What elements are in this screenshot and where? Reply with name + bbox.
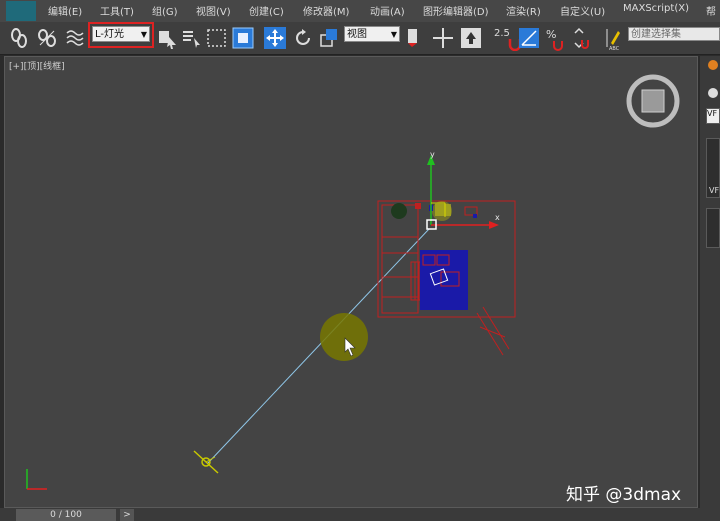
select-by-name-icon[interactable] (180, 25, 202, 51)
edit-named-selection-icon[interactable]: ABC (602, 25, 624, 52)
time-next-button[interactable]: > (120, 509, 134, 521)
category-label: VF (707, 109, 718, 118)
svg-text:ABC: ABC (609, 46, 620, 51)
unlink-icon[interactable] (36, 25, 58, 51)
viewport-scene: y x (26, 74, 680, 490)
plant-object (391, 203, 407, 219)
select-and-rotate-icon[interactable] (292, 25, 314, 51)
cursor-highlight (320, 313, 368, 361)
rollout-label: VF (709, 186, 720, 195)
top-viewport[interactable]: [+][顶][线框] y x (4, 56, 698, 508)
window-crossing-icon[interactable] (232, 25, 254, 51)
menu-group[interactable]: 组(G) (152, 3, 178, 18)
link-icon[interactable] (8, 25, 30, 51)
menu-create[interactable]: 创建(C) (249, 3, 284, 18)
menu-bar: 编辑(E) 工具(T) 组(G) 视图(V) 创建(C) 修改器(M) 动画(A… (0, 0, 720, 23)
small-blue-object-2 (473, 214, 477, 218)
reference-coordinate-dropdown[interactable]: 视图 ▼ (344, 26, 400, 42)
app-logo-icon[interactable] (6, 1, 36, 21)
time-slider[interactable]: 0 / 100 (16, 509, 116, 521)
menu-modifiers[interactable]: 修改器(M) (303, 3, 349, 18)
select-and-manipulate-icon[interactable] (432, 25, 454, 51)
main-toolbar: L-灯光 ▼ 视图 ▼ 2.5 % ABC 创建选择集 (0, 22, 720, 55)
blue-furniture-object[interactable] (420, 250, 468, 310)
menu-maxscript[interactable]: MAXScript(X) (623, 3, 689, 14)
bind-space-warp-icon[interactable] (64, 25, 86, 51)
select-and-scale-icon[interactable] (318, 25, 340, 51)
create-tab-icon[interactable] (708, 60, 718, 70)
svg-text:%: % (546, 28, 556, 41)
percent-snap-icon[interactable]: % (544, 25, 566, 51)
menu-tools[interactable]: 工具(T) (100, 3, 134, 18)
select-and-move-icon[interactable] (264, 25, 286, 51)
chevron-down-icon: ▼ (390, 30, 397, 39)
menu-graph-editors[interactable]: 图形编辑器(D) (423, 3, 489, 18)
menu-animation[interactable]: 动画(A) (370, 3, 405, 18)
named-selection-set-placeholder: 创建选择集 (631, 29, 681, 40)
small-red-object (415, 203, 421, 209)
angle-snap-icon[interactable] (518, 25, 540, 51)
selection-filter-highlight (88, 22, 154, 48)
rectangular-selection-icon[interactable] (206, 25, 228, 51)
gizmo-y-label: y (430, 150, 435, 159)
menu-edit[interactable]: 编辑(E) (48, 3, 82, 18)
rollout-panel-2[interactable] (706, 208, 720, 248)
pivot-center-icon[interactable] (404, 25, 426, 51)
keyboard-shortcut-override-icon[interactable] (460, 25, 482, 51)
named-selection-set-input[interactable]: 创建选择集 (628, 27, 720, 41)
sphere-icon[interactable] (708, 88, 718, 98)
light-source-icon[interactable] (193, 450, 219, 474)
category-dropdown[interactable]: VF (706, 108, 720, 124)
rollout-panel-1[interactable]: VF (706, 138, 720, 198)
menu-help[interactable]: 帮 (706, 3, 716, 18)
select-object-icon[interactable] (156, 25, 178, 51)
reference-coordinate-value: 视图 (347, 29, 367, 40)
spinner-snap-icon[interactable] (570, 25, 592, 51)
gizmo-x-label: x (495, 213, 500, 222)
watermark-text: 知乎 @3dmax (566, 485, 682, 505)
light-direction-line (207, 228, 430, 464)
highlight-glow (432, 201, 452, 221)
menu-views[interactable]: 视图(V) (196, 3, 231, 18)
menu-customize[interactable]: 自定义(U) (560, 3, 605, 18)
viewcube-icon[interactable] (626, 74, 680, 128)
command-panel: VF VF (700, 56, 720, 521)
menu-rendering[interactable]: 渲染(R) (506, 3, 541, 18)
world-axis-icon (26, 469, 47, 490)
